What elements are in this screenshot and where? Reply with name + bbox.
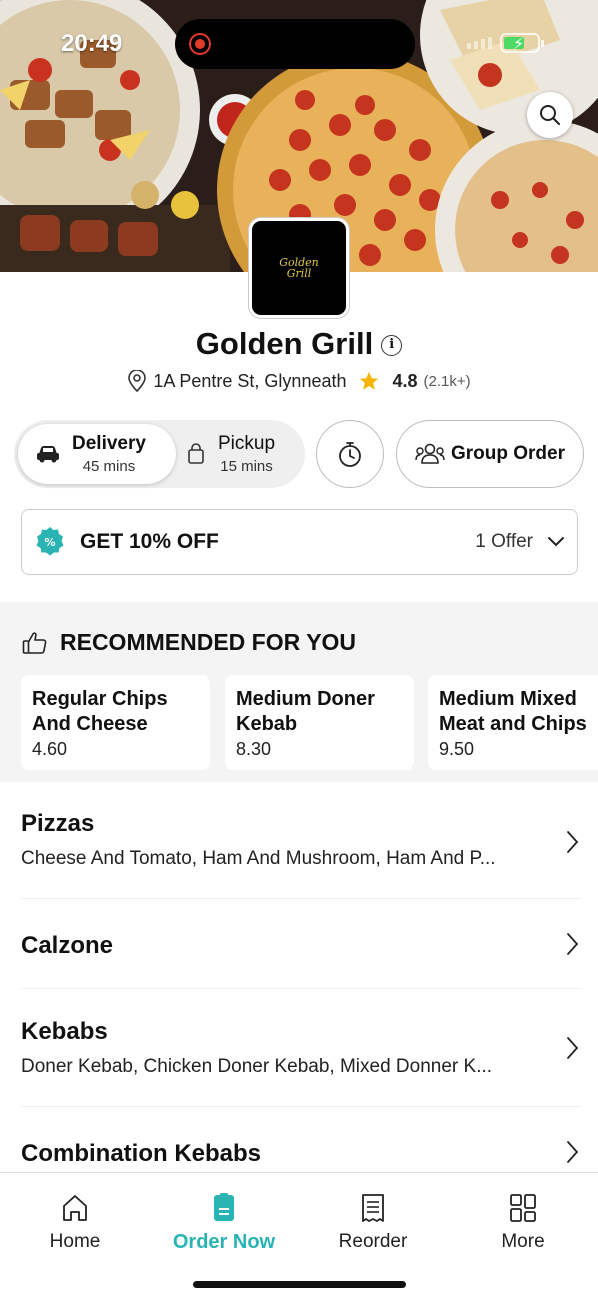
address-text: 1A Pentre St, Glynneath [153, 370, 347, 391]
pickup-option[interactable]: Pickup 15 mins [184, 424, 302, 484]
category-name: Pizzas [21, 810, 95, 837]
receipt-icon [362, 1194, 384, 1222]
signal-icon [467, 37, 492, 49]
tab-more[interactable]: More [458, 1193, 588, 1253]
delivery-time: 45 mins [82, 458, 136, 475]
recommended-title: RECOMMENDED FOR YOU [60, 629, 357, 655]
pickup-label: Pickup [218, 433, 276, 454]
recommended-item-name-line1: Medium Mixed [439, 688, 577, 710]
recommended-item-price: 4.60 [32, 739, 68, 759]
pickup-time: 15 mins [220, 458, 273, 475]
logo-text-line2: Grill [286, 267, 312, 280]
category-row-pizzas[interactable]: Pizzas Cheese And Tomato, Ham And Mushro… [21, 810, 581, 870]
car-icon [37, 446, 59, 463]
thumbs-up-icon [22, 631, 47, 654]
star-icon [360, 371, 379, 390]
status-time: 20:49 [61, 30, 123, 57]
discount-badge-icon: % [36, 527, 64, 556]
recommended-item[interactable]: Regular Chips And Cheese 4.60 [21, 675, 210, 770]
tab-order-now[interactable]: Order Now [159, 1193, 289, 1254]
restaurant-name: Golden Grill i [0, 326, 598, 362]
chevron-right-icon [567, 1037, 579, 1059]
recommended-item-name-line2: Kebab [236, 713, 298, 735]
order-icon [214, 1193, 234, 1221]
tab-more-label: More [501, 1231, 545, 1252]
recommended-item[interactable]: Medium Doner Kebab 8.30 [225, 675, 414, 770]
grid-icon [510, 1194, 536, 1222]
restaurant-name-text: Golden Grill [195, 326, 374, 361]
divider [21, 898, 581, 899]
category-row-calzone[interactable]: Calzone [21, 932, 581, 960]
percent-glyph: % [44, 536, 55, 549]
category-name: Kebabs [21, 1018, 108, 1045]
recommended-item[interactable]: Medium Mixed Meat and Chips 9.50 [428, 675, 598, 770]
chevron-right-icon [567, 831, 579, 853]
location-pin-icon [128, 370, 147, 392]
address-row: 1A Pentre St, Glynneath 4.8 (2.1k+) [0, 370, 598, 392]
home-icon [63, 1195, 87, 1221]
group-users-icon [415, 443, 445, 464]
tab-reorder-label: Reorder [338, 1231, 408, 1252]
category-name: Combination Kebabs [21, 1140, 262, 1167]
recommended-item-price: 9.50 [439, 739, 475, 759]
search-button[interactable] [527, 92, 573, 138]
category-row-kebabs[interactable]: Kebabs Doner Kebab, Chicken Doner Kebab,… [21, 1018, 581, 1078]
group-order-label: Group Order [450, 443, 565, 464]
recommended-header: RECOMMENDED FOR YOU [22, 629, 356, 656]
category-description: Cheese And Tomato, Ham And Mushroom, Ham… [21, 848, 496, 869]
rating-count: (2.1k+) [423, 372, 471, 390]
divider [21, 1106, 581, 1107]
battery-charging-icon: ⚡ [500, 33, 544, 53]
rating-value: 4.8 [392, 370, 418, 391]
chevron-right-icon [567, 933, 579, 955]
tab-home[interactable]: Home [10, 1193, 140, 1253]
stopwatch-icon [339, 442, 361, 467]
offer-count: 1 Offer [475, 531, 533, 552]
category-name: Calzone [21, 932, 114, 959]
recommended-item-price: 8.30 [236, 739, 272, 759]
offer-banner[interactable]: % GET 10% OFF 1 Offer [21, 509, 578, 575]
delivery-label: Delivery [72, 433, 146, 454]
info-icon[interactable]: i [381, 335, 403, 357]
schedule-button[interactable] [316, 420, 384, 488]
chevron-down-icon [548, 537, 564, 547]
category-row-combination-kebabs[interactable]: Combination Kebabs [21, 1140, 581, 1168]
home-indicator [193, 1281, 406, 1288]
order-mode-toggle: Delivery 45 mins Pickup 15 mins [14, 420, 305, 488]
chevron-right-icon [567, 1141, 579, 1163]
tab-home-label: Home [49, 1231, 101, 1252]
shopping-bag-icon [188, 443, 204, 464]
offer-title: GET 10% OFF [80, 530, 219, 553]
recording-indicator-icon [189, 33, 211, 55]
recommended-item-name-line1: Medium Doner [236, 688, 375, 710]
status-icons: ⚡ [467, 33, 544, 53]
delivery-option[interactable]: Delivery 45 mins [18, 424, 176, 484]
tab-order-now-label: Order Now [172, 1231, 276, 1253]
recommended-item-name-line1: Regular Chips [32, 688, 168, 710]
tab-reorder[interactable]: Reorder [308, 1193, 438, 1253]
dynamic-island [175, 19, 415, 69]
recommended-section: RECOMMENDED FOR YOU Regular Chips And Ch… [0, 602, 598, 782]
divider [21, 988, 581, 989]
category-description: Doner Kebab, Chicken Doner Kebab, Mixed … [21, 1056, 493, 1077]
recommended-item-name-line2: Meat and Chips [439, 713, 587, 735]
restaurant-logo: Golden Grill [249, 218, 349, 318]
group-order-button[interactable]: Group Order [396, 420, 584, 488]
recommended-item-name-line2: And Cheese [32, 713, 148, 735]
search-icon [540, 105, 560, 125]
